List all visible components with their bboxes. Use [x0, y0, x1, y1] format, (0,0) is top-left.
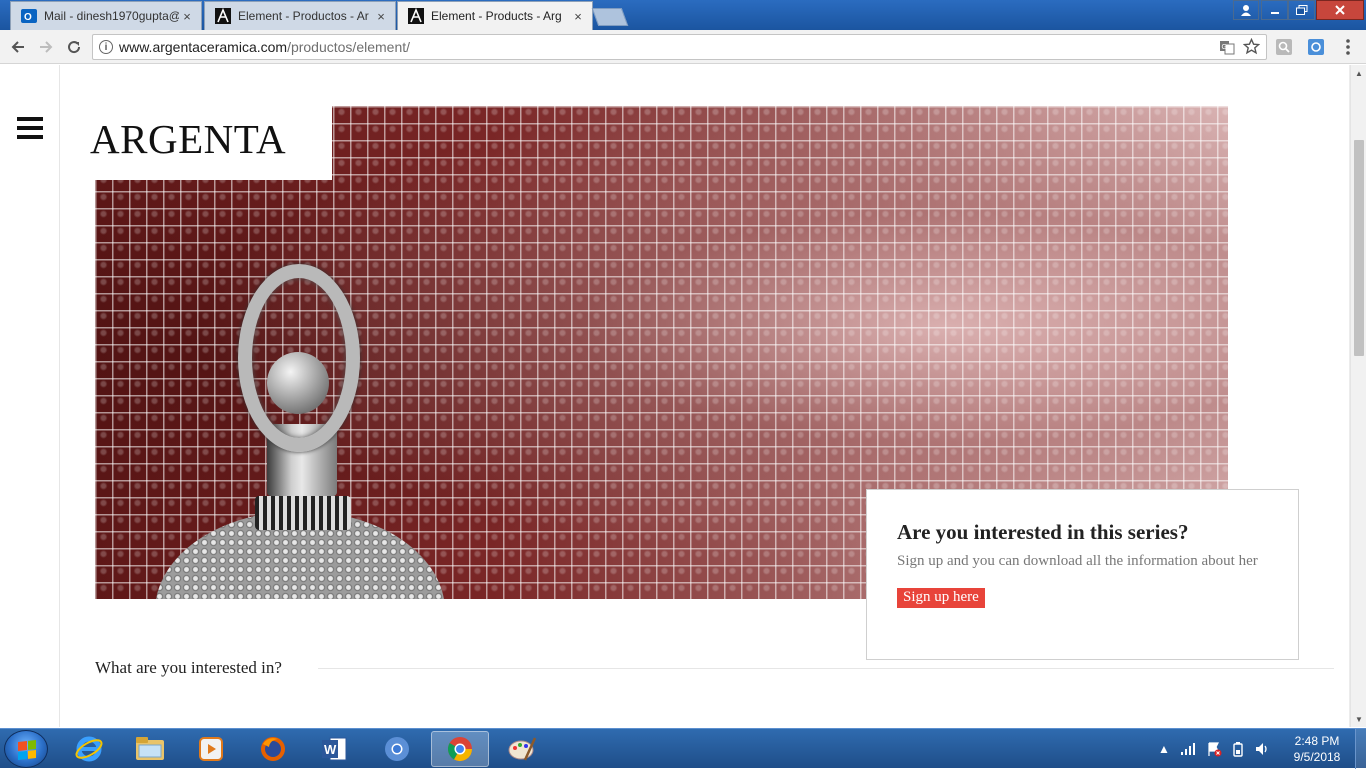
address-bar[interactable]: i www.argentaceramica.com/productos/elem… — [92, 34, 1267, 60]
forward-arrow-icon — [40, 41, 53, 53]
clock-date: 9/5/2018 — [1293, 750, 1341, 764]
show-desktop-button[interactable] — [1355, 729, 1366, 769]
hamburger-menu-icon[interactable] — [17, 117, 43, 139]
silver-ring — [238, 264, 360, 452]
info-icon[interactable]: i — [99, 40, 113, 54]
argenta-icon — [215, 7, 231, 24]
svg-text:O: O — [24, 12, 32, 23]
series-signup-card: Are you interested in this series? Sign … — [866, 489, 1299, 660]
close-icon[interactable]: × — [179, 9, 195, 24]
system-tray: ▲ — [1158, 729, 1288, 769]
start-button[interactable] — [4, 730, 48, 768]
back-button[interactable] — [7, 36, 29, 58]
new-tab-button[interactable] — [591, 8, 629, 26]
svg-text:G: G — [1222, 44, 1227, 51]
web-page: ARGENTA Are you interested in this serie… — [0, 65, 1366, 727]
translate-icon[interactable]: G — [1219, 39, 1235, 60]
tab-mail[interactable]: O Mail - dinesh1970gupta@ × — [10, 1, 202, 30]
side-nav-strip — [0, 65, 60, 727]
forward-button[interactable] — [35, 36, 57, 58]
media-player-icon[interactable] — [182, 731, 240, 767]
tab-title: Element - Productos - Ar — [238, 9, 369, 23]
word-icon[interactable]: W — [306, 731, 364, 767]
back-arrow-icon — [11, 41, 24, 53]
windows-taskbar: W ▲ 2:48 PM 9/5/2018 — [0, 728, 1366, 769]
windows-logo-icon — [18, 740, 36, 760]
paint-icon[interactable] — [493, 731, 551, 767]
vertical-scrollbar[interactable]: ▲ ▼ — [1350, 65, 1366, 727]
scroll-thumb[interactable] — [1354, 140, 1364, 356]
bookmark-star-icon[interactable] — [1242, 37, 1261, 60]
minimize-button[interactable] — [1261, 0, 1288, 20]
menu-kebab-icon[interactable] — [1340, 38, 1356, 61]
tab-strip: O Mail - dinesh1970gupta@ × Element - Pr… — [0, 0, 1366, 30]
logo-box[interactable]: ARGENTA — [61, 98, 332, 180]
close-icon[interactable]: × — [570, 9, 586, 24]
scroll-up-arrow-icon[interactable]: ▲ — [1351, 65, 1366, 81]
tab-element-productos[interactable]: Element - Productos - Ar × — [204, 1, 396, 30]
argenta-icon — [408, 7, 424, 24]
network-signal-icon[interactable] — [1180, 742, 1196, 756]
chrome-active-icon[interactable] — [431, 731, 489, 767]
chrome-icon[interactable] — [368, 731, 426, 767]
close-icon[interactable]: × — [373, 9, 389, 24]
scroll-down-arrow-icon[interactable]: ▼ — [1351, 711, 1366, 727]
outlook-icon: O — [21, 8, 37, 24]
url-path: /productos/element/ — [287, 39, 411, 55]
search-extension-icon[interactable] — [1276, 39, 1292, 60]
internet-explorer-icon[interactable] — [60, 731, 118, 767]
argenta-logo[interactable]: ARGENTA — [90, 118, 286, 160]
reload-icon — [68, 41, 81, 54]
show-hidden-icons-icon[interactable]: ▲ — [1158, 742, 1170, 756]
cta-title: Are you interested in this series? — [897, 520, 1189, 544]
restore-button[interactable] — [1288, 0, 1315, 20]
action-center-flag-icon[interactable] — [1206, 741, 1222, 757]
firefox-icon[interactable] — [244, 731, 302, 767]
sign-up-button[interactable]: Sign up here — [897, 588, 985, 608]
interest-heading: What are you interested in? — [95, 658, 282, 677]
cta-text: Sign up and you can download all the inf… — [897, 553, 1258, 569]
sync-extension-icon[interactable] — [1308, 39, 1324, 60]
taskbar-clock[interactable]: 2:48 PM 9/5/2018 — [1289, 733, 1345, 765]
url-text[interactable]: www.argentaceramica.com/productos/elemen… — [119, 39, 410, 55]
reload-button[interactable] — [63, 36, 85, 58]
file-explorer-icon[interactable] — [121, 731, 179, 767]
divider — [318, 668, 1334, 669]
svg-text:W: W — [324, 742, 337, 757]
battery-icon[interactable] — [1232, 741, 1244, 757]
tab-title: Mail - dinesh1970gupta@ — [44, 9, 179, 23]
clock-time: 2:48 PM — [1294, 734, 1340, 748]
user-icon[interactable] — [1233, 0, 1259, 20]
tab-element-products[interactable]: Element - Products - Arg × — [397, 1, 593, 30]
window-close-button[interactable] — [1316, 0, 1364, 20]
volume-icon[interactable] — [1254, 741, 1270, 757]
tab-title: Element - Products - Arg — [431, 9, 562, 23]
url-host: www.argentaceramica.com — [119, 39, 288, 55]
browser-toolbar: i www.argentaceramica.com/productos/elem… — [0, 30, 1366, 64]
